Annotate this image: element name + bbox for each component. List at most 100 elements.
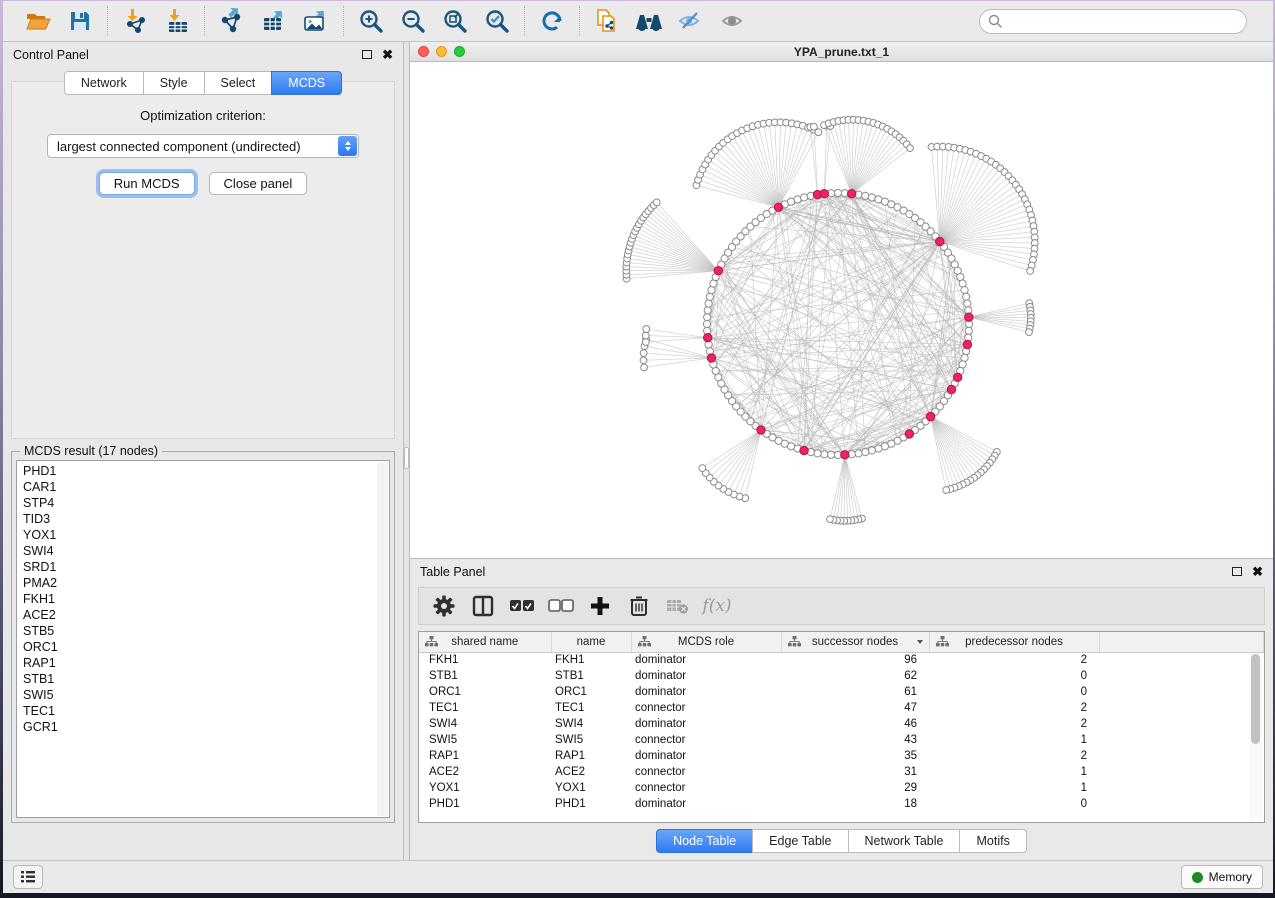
mcds-list-scrollbar[interactable] — [377, 462, 388, 816]
network-node[interactable] — [705, 300, 712, 307]
table-row[interactable]: RAP1RAP1dominator352 — [419, 748, 1264, 764]
table-cell[interactable]: RAP1 — [419, 748, 551, 764]
export-image-button[interactable] — [297, 5, 335, 37]
network-graph[interactable] — [410, 62, 1268, 558]
satellite-node[interactable] — [640, 357, 647, 364]
table-cell[interactable]: dominator — [631, 748, 781, 764]
tab-edge-table[interactable]: Edge Table — [752, 829, 848, 853]
table-row[interactable]: SWI5SWI5connector431 — [419, 732, 1264, 748]
mcds-result-item[interactable]: SWI4 — [23, 543, 389, 559]
mcds-hub-node[interactable] — [820, 190, 828, 198]
network-node[interactable] — [965, 327, 972, 334]
function-builder-button[interactable]: f(x) — [702, 591, 732, 621]
mcds-hub-node[interactable] — [841, 451, 849, 459]
table-cell[interactable]: 29 — [781, 780, 929, 796]
satellite-node[interactable] — [811, 123, 818, 130]
mcds-hub-node[interactable] — [953, 373, 961, 381]
delete-column-button[interactable] — [624, 591, 654, 621]
table-cell[interactable]: 18 — [781, 796, 929, 812]
zoom-in-button[interactable] — [352, 5, 390, 37]
table-row[interactable]: TEC1TEC1connector472 — [419, 700, 1264, 716]
table-cell[interactable]: SWI4 — [419, 716, 551, 732]
network-node[interactable] — [800, 194, 807, 201]
mcds-hub-node[interactable] — [963, 340, 971, 348]
select-all-button[interactable] — [507, 591, 537, 621]
table-cell[interactable]: 62 — [781, 668, 929, 684]
mcds-result-item[interactable]: SWI5 — [23, 687, 389, 703]
mcds-hub-node[interactable] — [847, 190, 855, 198]
tab-style[interactable]: Style — [143, 71, 205, 95]
mcds-hub-node[interactable] — [800, 446, 808, 454]
table-cell[interactable]: RAP1 — [551, 748, 631, 764]
zoom-selected-button[interactable] — [478, 5, 516, 37]
mcds-result-item[interactable]: ORC1 — [23, 639, 389, 655]
table-cell[interactable]: 0 — [929, 684, 1099, 700]
network-node[interactable] — [828, 451, 835, 458]
table-cell[interactable]: connector — [631, 700, 781, 716]
mcds-hub-node[interactable] — [947, 385, 955, 393]
satellite-node[interactable] — [653, 199, 660, 206]
mcds-result-list[interactable]: PHD1CAR1STP4TID3YOX1SWI4SRD1PMA2FKH1ACE2… — [16, 460, 390, 818]
run-mcds-button[interactable]: Run MCDS — [99, 172, 195, 195]
table-row[interactable]: YOX1YOX1connector291 — [419, 780, 1264, 796]
table-row[interactable]: STB1STB1dominator620 — [419, 668, 1264, 684]
refresh-button[interactable] — [533, 5, 571, 37]
network-node[interactable] — [821, 451, 828, 458]
table-cell[interactable]: 31 — [781, 764, 929, 780]
mcds-result-item[interactable]: PMA2 — [23, 575, 389, 591]
mcds-result-item[interactable]: PHD1 — [23, 463, 389, 479]
network-node[interactable] — [862, 192, 869, 199]
mcds-hub-node[interactable] — [905, 430, 913, 438]
mcds-result-item[interactable]: SRD1 — [23, 559, 389, 575]
satellite-node[interactable] — [907, 145, 914, 152]
search-input[interactable] — [979, 9, 1247, 34]
table-cell[interactable]: 0 — [929, 796, 1099, 812]
splitter-handle[interactable] — [404, 447, 409, 469]
table-cell[interactable]: dominator — [631, 668, 781, 684]
network-node[interactable] — [703, 320, 710, 327]
satellite-node[interactable] — [642, 339, 649, 346]
mcds-hub-node[interactable] — [714, 267, 722, 275]
copy-network-button[interactable] — [588, 5, 626, 37]
table-cell[interactable]: connector — [631, 780, 781, 796]
table-cell[interactable]: connector — [631, 732, 781, 748]
table-cell[interactable]: 47 — [781, 700, 929, 716]
column-header-name[interactable]: name — [551, 632, 631, 652]
close-panel-button[interactable]: Close panel — [209, 172, 308, 195]
network-node[interactable] — [706, 293, 713, 300]
add-column-button[interactable] — [585, 591, 615, 621]
table-cell[interactable]: SWI5 — [551, 732, 631, 748]
first-neighbors-button[interactable] — [630, 5, 668, 37]
mcds-hub-node[interactable] — [936, 237, 944, 245]
hide-selected-button[interactable] — [672, 5, 710, 37]
mcds-result-item[interactable]: FKH1 — [23, 591, 389, 607]
network-node[interactable] — [834, 189, 841, 196]
satellite-node[interactable] — [640, 350, 647, 357]
mcds-result-item[interactable]: STB5 — [23, 623, 389, 639]
network-node[interactable] — [704, 314, 711, 321]
settings-gear-button[interactable] — [429, 591, 459, 621]
import-network-button[interactable] — [116, 5, 154, 37]
table-cell[interactable]: dominator — [631, 652, 781, 668]
close-panel-icon[interactable]: ✖ — [382, 48, 393, 61]
table-cell[interactable]: FKH1 — [419, 652, 551, 668]
export-network-button[interactable] — [213, 5, 251, 37]
table-cell[interactable]: 0 — [929, 668, 1099, 684]
table-cell[interactable]: ACE2 — [551, 764, 631, 780]
tab-network[interactable]: Network — [64, 71, 144, 95]
table-cell[interactable]: 2 — [929, 652, 1099, 668]
table-cell[interactable]: 61 — [781, 684, 929, 700]
vertical-splitter[interactable] — [403, 42, 410, 860]
optimization-criterion-select[interactable]: largest connected component (undirected) — [47, 134, 359, 158]
mcds-hub-node[interactable] — [704, 333, 712, 341]
network-node[interactable] — [855, 450, 862, 457]
table-cell[interactable]: PHD1 — [419, 796, 551, 812]
show-all-button[interactable] — [714, 5, 752, 37]
mcds-hub-node[interactable] — [774, 203, 782, 211]
table-row[interactable]: FKH1FKH1dominator962 — [419, 652, 1264, 668]
mcds-result-item[interactable]: TID3 — [23, 511, 389, 527]
tab-motifs[interactable]: Motifs — [959, 829, 1026, 853]
table-cell[interactable]: FKH1 — [551, 652, 631, 668]
table-cell[interactable]: 2 — [929, 700, 1099, 716]
table-cell[interactable]: ORC1 — [551, 684, 631, 700]
